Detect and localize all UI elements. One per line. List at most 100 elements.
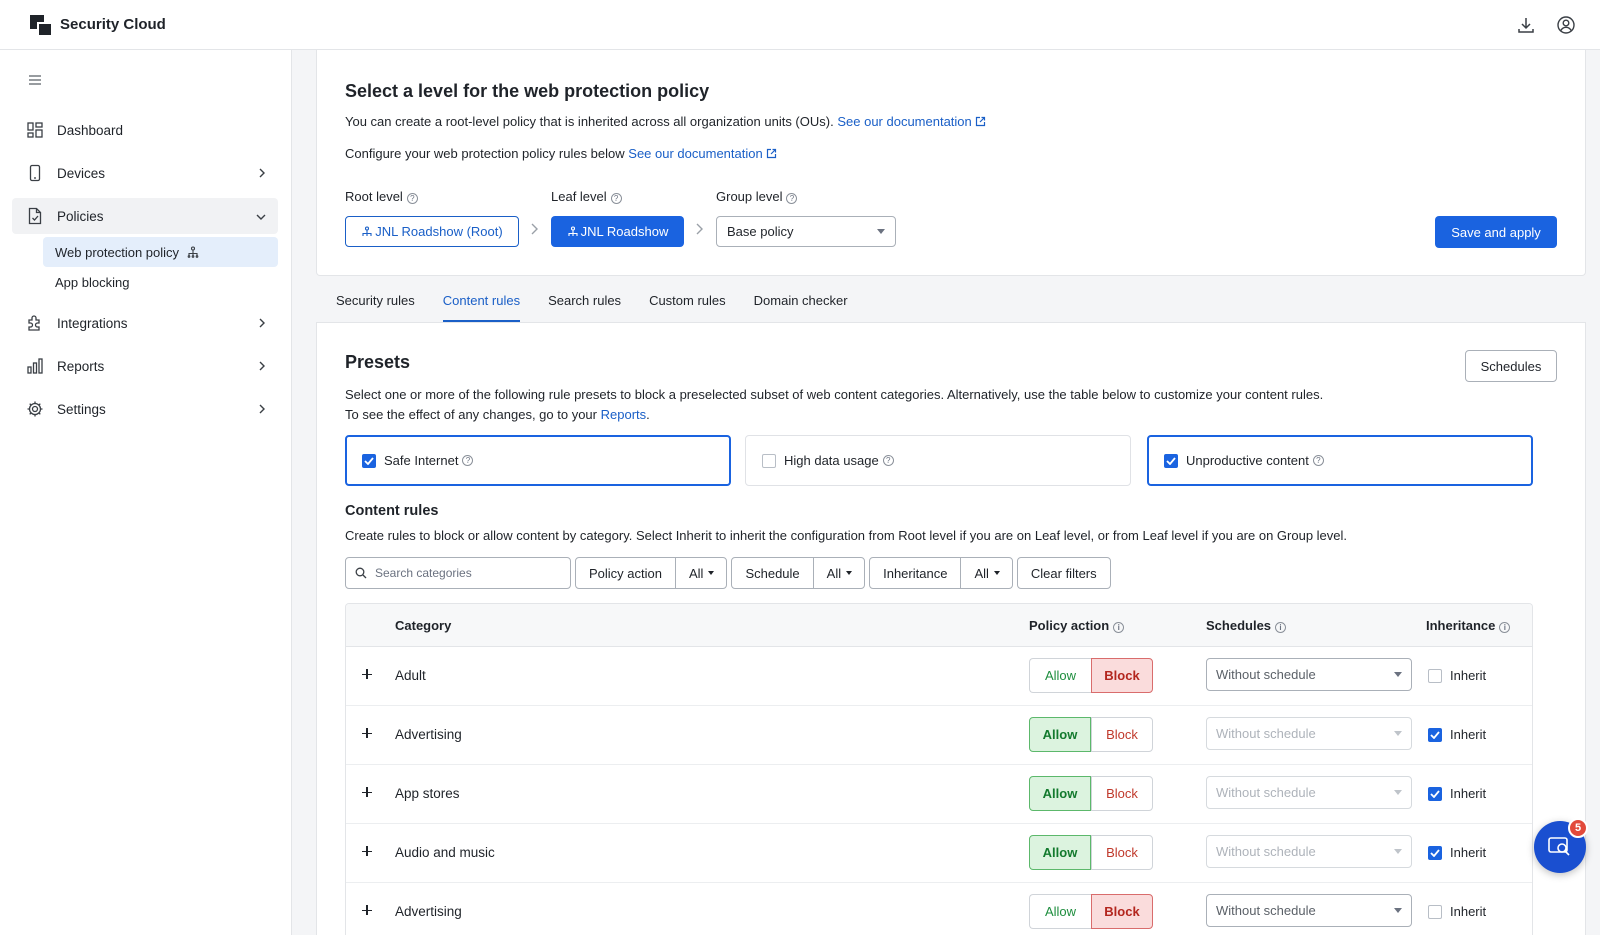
preset-safe-internet[interactable]: Safe Internet?	[345, 435, 731, 486]
schedule-select[interactable]: Without schedule	[1206, 835, 1412, 868]
allow-button[interactable]: Allow	[1029, 717, 1091, 752]
chevron-right-icon	[258, 166, 266, 181]
help-icon[interactable]: ?	[406, 193, 418, 204]
preset-high-data-usage[interactable]: High data usage?	[745, 435, 1131, 486]
block-button[interactable]: Block	[1091, 658, 1153, 693]
hierarchy-icon	[187, 246, 199, 258]
sidebar-item-label: Web protection policy	[55, 244, 180, 260]
sidebar-item-devices[interactable]: Devices	[12, 155, 278, 191]
inherit-checkbox[interactable]: Inherit	[1428, 845, 1486, 860]
sidebar-item-integrations[interactable]: Integrations	[12, 305, 278, 341]
block-button[interactable]: Block	[1091, 835, 1153, 870]
logo-icon	[30, 14, 52, 35]
sidebar-item-policies[interactable]: Policies	[12, 198, 278, 234]
block-button[interactable]: Block	[1091, 717, 1153, 752]
schedule-filter-dropdown[interactable]: All	[814, 558, 864, 588]
group-level-select[interactable]: Base policy	[716, 216, 896, 247]
inherit-checkbox[interactable]: Inherit	[1428, 727, 1486, 742]
info-icon[interactable]: i	[1113, 622, 1125, 633]
column-header-category: Category	[395, 618, 452, 633]
inherit-checkbox[interactable]: Inherit	[1428, 668, 1486, 683]
checkbox-checked-icon[interactable]	[1428, 786, 1442, 801]
schedule-select[interactable]: Without schedule	[1206, 776, 1412, 809]
policy-action-toggle: Allow Block	[1029, 894, 1153, 929]
info-icon[interactable]: i	[1275, 622, 1287, 633]
allow-button[interactable]: Allow	[1029, 658, 1091, 693]
help-icon[interactable]: ?	[610, 193, 622, 204]
sidebar-item-label: Policies	[57, 208, 104, 224]
preset-unproductive-content[interactable]: Unproductive content?	[1147, 435, 1533, 486]
documentation-link[interactable]: See our documentation	[837, 114, 985, 129]
checkbox-checked-icon[interactable]	[1428, 727, 1442, 742]
help-icon[interactable]: ?	[882, 455, 894, 466]
download-icon[interactable]	[1514, 13, 1538, 37]
policy-action-filter-dropdown[interactable]: All	[676, 558, 726, 588]
root-level-button[interactable]: JNL Roadshow (Root)	[345, 216, 519, 247]
search-icon	[355, 567, 367, 579]
schedule-select[interactable]: Without schedule	[1206, 894, 1412, 927]
chevron-right-icon	[529, 222, 539, 239]
schedules-button[interactable]: Schedules	[1465, 350, 1557, 382]
documentation-link[interactable]: See our documentation	[628, 146, 776, 161]
table-header: Category Policy action i Schedules i Inher…	[346, 604, 1532, 647]
category-name: Advertising	[395, 904, 462, 919]
checkbox-unchecked-icon[interactable]	[1428, 668, 1442, 683]
policy-icon	[26, 207, 44, 225]
schedule-select[interactable]: Without schedule	[1206, 717, 1412, 750]
help-icon[interactable]: ?	[462, 455, 474, 466]
sidebar-item-label: Integrations	[57, 315, 128, 331]
content-rules-title: Content rules	[345, 503, 439, 519]
table-row: Advertising Allow Block Without schedule Inh…	[346, 883, 1532, 935]
tab-domain-checker[interactable]: Domain checker	[754, 292, 848, 322]
tab-content-rules[interactable]: Content rules	[442, 292, 521, 322]
checkbox-unchecked-icon[interactable]	[1428, 904, 1442, 919]
help-icon[interactable]: ?	[1312, 455, 1324, 466]
search-input[interactable]	[375, 566, 561, 580]
info-icon[interactable]: i	[1499, 622, 1511, 633]
checkbox-checked-icon[interactable]	[1428, 845, 1442, 860]
caret-down-icon	[1394, 849, 1402, 854]
inherit-checkbox[interactable]: Inherit	[1428, 786, 1486, 801]
expand-plus-icon[interactable]	[360, 844, 374, 858]
sidebar-item-dashboard[interactable]: Dashboard	[12, 112, 278, 148]
sidebar-item-web-protection-policy[interactable]: Web protection policy	[43, 237, 278, 267]
block-button[interactable]: Block	[1091, 894, 1153, 929]
tab-search-rules[interactable]: Search rules	[548, 292, 621, 322]
expand-plus-icon[interactable]	[360, 667, 374, 681]
chevron-down-icon	[256, 209, 266, 224]
block-button[interactable]: Block	[1091, 776, 1153, 811]
allow-button[interactable]: Allow	[1029, 894, 1091, 929]
help-icon[interactable]: ?	[786, 193, 798, 204]
inheritance-filter: Inheritance All	[869, 557, 1013, 589]
caret-down-icon	[877, 229, 885, 234]
checkbox-unchecked-icon[interactable]	[762, 453, 776, 468]
save-and-apply-button[interactable]: Save and apply	[1435, 216, 1557, 248]
clear-filters-button[interactable]: Clear filters	[1016, 557, 1111, 589]
expand-plus-icon[interactable]	[360, 903, 374, 917]
sidebar-item-app-blocking[interactable]: App blocking	[43, 267, 278, 297]
inherit-checkbox[interactable]: Inherit	[1428, 904, 1486, 919]
notification-badge: 5	[1568, 818, 1588, 838]
sidebar-item-label: Settings	[57, 401, 106, 417]
top-bar: Security Cloud	[0, 0, 1600, 50]
sidebar-item-reports[interactable]: Reports	[12, 348, 278, 384]
sidebar-item-settings[interactable]: Settings	[12, 391, 278, 427]
policy-level-card: Select a level for the web protection po…	[316, 50, 1586, 276]
expand-plus-icon[interactable]	[360, 726, 374, 740]
leaf-level-button[interactable]: JNL Roadshow	[551, 216, 684, 247]
reports-link[interactable]: Reports	[601, 407, 647, 422]
tab-custom-rules[interactable]: Custom rules	[649, 292, 726, 322]
policy-action-filter: Policy action All	[575, 557, 728, 589]
user-account-icon[interactable]	[1554, 13, 1578, 37]
inheritance-filter-dropdown[interactable]: All	[961, 558, 1011, 588]
table-row: Audio and music Allow Block Without schedul…	[346, 824, 1532, 883]
checkbox-checked-icon[interactable]	[362, 453, 376, 468]
hierarchy-icon	[361, 225, 373, 238]
allow-button[interactable]: Allow	[1029, 835, 1091, 870]
allow-button[interactable]: Allow	[1029, 776, 1091, 811]
expand-plus-icon[interactable]	[360, 785, 374, 799]
schedule-select[interactable]: Without schedule	[1206, 658, 1412, 691]
checkbox-checked-icon[interactable]	[1164, 453, 1178, 468]
tab-security-rules[interactable]: Security rules	[336, 292, 415, 322]
hamburger-menu-icon[interactable]	[28, 74, 42, 89]
